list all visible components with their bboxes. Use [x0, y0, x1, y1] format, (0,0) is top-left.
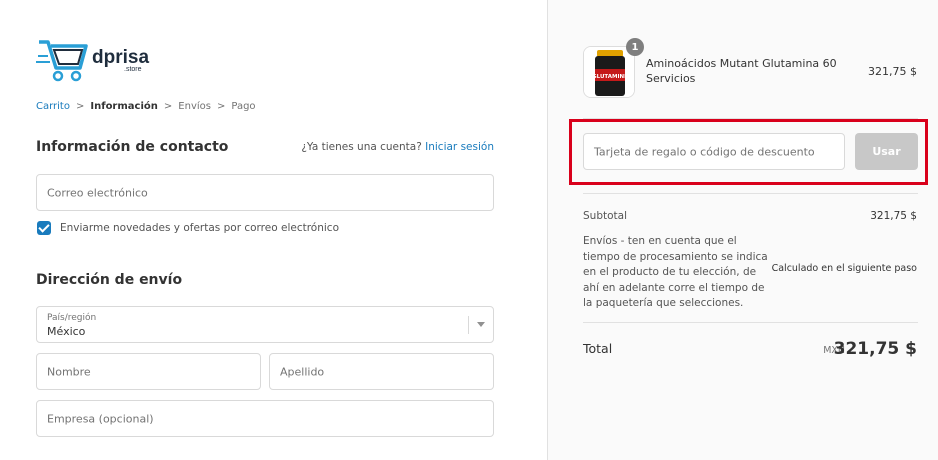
- newsletter-checkbox[interactable]: [37, 221, 51, 235]
- divider: [583, 322, 918, 323]
- product-jar-label: GLUTAMINE: [592, 74, 628, 80]
- newsletter-option[interactable]: Enviarme novedades y ofertas por correo …: [37, 221, 339, 235]
- cart-icon: [36, 40, 88, 82]
- subtotal-label: Subtotal: [583, 210, 627, 222]
- product-price: 321,75 $: [868, 65, 917, 78]
- discount-placeholder: Tarjeta de regalo o código de descuento: [594, 145, 815, 158]
- breadcrumb-shipping: Envíos: [178, 101, 211, 112]
- chevron-down-icon: [477, 322, 485, 327]
- first-name-placeholder: Nombre: [47, 365, 91, 378]
- product-jar-image: GLUTAMINE: [584, 47, 634, 97]
- last-name-placeholder: Apellido: [280, 365, 325, 378]
- shipping-label: Envíos - ten en cuenta que el tiempo de …: [583, 235, 768, 309]
- select-divider: [468, 316, 469, 334]
- shipping-section-title: Dirección de envío: [36, 272, 183, 288]
- first-name-field[interactable]: Nombre: [36, 353, 261, 390]
- breadcrumb-cart[interactable]: Carrito: [36, 101, 70, 112]
- breadcrumb-chevron-icon: >: [75, 101, 85, 112]
- breadcrumb-chevron-icon: >: [216, 101, 226, 112]
- breadcrumb-chevron-icon: >: [163, 101, 173, 112]
- subtotal-value: 321,75 $: [870, 210, 917, 222]
- discount-code-input[interactable]: Tarjeta de regalo o código de descuento: [583, 133, 845, 170]
- product-name: Aminoácidos Mutant Glutamina 60 Servicio…: [646, 57, 837, 85]
- contact-section-title: Información de contacto: [36, 139, 229, 155]
- brand-logo[interactable]: dprisa .store: [36, 38, 156, 86]
- country-select[interactable]: País/región México: [36, 306, 494, 343]
- total-value: 321,75 $: [833, 339, 917, 359]
- company-field[interactable]: Empresa (opcional): [36, 400, 494, 437]
- country-label: País/región: [47, 313, 97, 323]
- shipping-value: Calculado en el siguiente paso: [771, 263, 917, 274]
- email-placeholder: Correo electrónico: [47, 186, 148, 199]
- newsletter-label: Enviarme novedades y ofertas por correo …: [60, 222, 339, 234]
- last-name-field[interactable]: Apellido: [269, 353, 494, 390]
- breadcrumb-information: Información: [90, 101, 158, 112]
- product-thumbnail: GLUTAMINE: [583, 46, 635, 98]
- email-field[interactable]: Correo electrónico: [36, 174, 494, 211]
- apply-discount-button[interactable]: Usar: [855, 133, 918, 170]
- login-link[interactable]: Iniciar sesión: [425, 141, 494, 153]
- login-hint: ¿Ya tienes una cuenta? Iniciar sesión: [301, 141, 494, 153]
- quantity-badge: 1: [626, 38, 644, 56]
- divider: [583, 193, 918, 194]
- order-summary: GLUTAMINE 1 Aminoácidos Mutant Glutamina…: [547, 0, 938, 460]
- brand-subtext: .store: [124, 66, 142, 73]
- total-label: Total: [583, 341, 613, 356]
- company-placeholder: Empresa (opcional): [47, 412, 154, 425]
- checkout-main: dprisa .store Carrito > Información > En…: [0, 0, 547, 460]
- breadcrumb: Carrito > Información > Envíos > Pago: [36, 101, 256, 112]
- breadcrumb-payment: Pago: [231, 101, 256, 112]
- account-prompt: ¿Ya tienes una cuenta?: [301, 141, 422, 153]
- country-value: México: [47, 325, 86, 338]
